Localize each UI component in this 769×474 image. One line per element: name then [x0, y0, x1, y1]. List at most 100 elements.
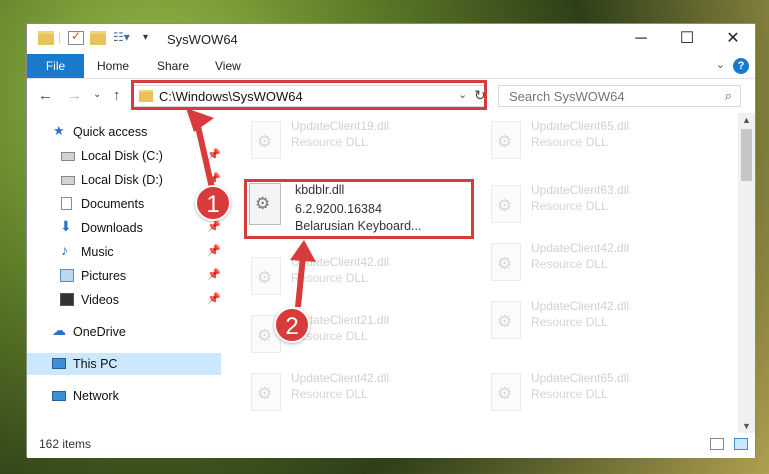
file-name: UpdateClient65.dll: [531, 119, 630, 133]
up-arrow-icon[interactable]: ↑: [113, 87, 121, 104]
expand-ribbon-icon[interactable]: ⌄: [716, 58, 725, 71]
tab-view[interactable]: View: [215, 54, 241, 78]
sidebar-item-music[interactable]: ♪ Music 📌: [27, 241, 221, 263]
sidebar-item-label: OneDrive: [73, 325, 126, 339]
downloads-icon: ⬇: [60, 218, 72, 234]
sidebar-item-downloads[interactable]: ⬇ Downloads 📌: [27, 217, 221, 239]
file-name: UpdateClient65.dll: [531, 371, 630, 385]
window-title: SysWOW64: [167, 32, 238, 47]
sidebar-item-videos[interactable]: Videos 📌: [27, 289, 221, 311]
file-item[interactable]: UpdateClient42.dll Resource DLL: [485, 235, 710, 289]
sidebar-item-label: Pictures: [81, 269, 127, 283]
title-bar: | ☷▾ ▾ SysWOW64 ─ ☐ ✕: [27, 24, 755, 54]
drive-icon: [61, 176, 75, 185]
pin-icon[interactable]: 📌: [207, 244, 221, 257]
pictures-icon: [60, 269, 74, 282]
pin-icon[interactable]: 📌: [207, 220, 221, 233]
help-button[interactable]: ?: [733, 58, 749, 74]
file-type: Resource DLL: [531, 387, 608, 401]
dll-file-icon: [251, 257, 281, 295]
music-icon: ♪: [61, 242, 68, 258]
tab-home[interactable]: Home: [97, 54, 129, 78]
file-type: Resource DLL: [291, 135, 368, 149]
sidebar-item-label: Local Disk (D:): [81, 173, 163, 187]
file-type: Resource DLL: [531, 315, 608, 329]
search-input[interactable]: [507, 88, 711, 105]
tab-share[interactable]: Share: [157, 54, 189, 78]
sidebar-item-documents[interactable]: Documents 📌: [27, 193, 221, 215]
sidebar-item-local-disk-c[interactable]: Local Disk (C:) 📌: [27, 145, 221, 167]
status-bar: 162 items: [27, 433, 755, 458]
callout-2: 2: [274, 307, 310, 343]
tab-file[interactable]: File: [27, 54, 84, 78]
file-item[interactable]: UpdateClient42.dll Resource DLL: [485, 293, 710, 347]
scroll-up-icon[interactable]: ▲: [742, 115, 751, 125]
search-icon[interactable]: ⌕: [725, 88, 732, 104]
chevron-down-icon[interactable]: ▾: [143, 32, 148, 43]
dll-file-icon: [251, 121, 281, 159]
file-highlight: [244, 179, 474, 239]
folder-icon[interactable]: [38, 31, 54, 45]
file-type: Resource DLL: [291, 271, 368, 285]
sidebar-item-quick-access[interactable]: ★ Quick access: [27, 121, 221, 143]
file-item[interactable]: UpdateClient65.dll Resource DLL: [485, 113, 710, 167]
file-type: Resource DLL: [291, 387, 368, 401]
star-icon: ★: [53, 123, 65, 138]
dll-file-icon: [251, 373, 281, 411]
details-view-icon[interactable]: [710, 438, 724, 450]
recent-locations-icon[interactable]: ⌄: [93, 89, 101, 100]
file-item[interactable]: UpdateClient65.dll Resource DLL: [485, 365, 710, 419]
dll-file-icon: [491, 243, 521, 281]
large-icons-view-icon[interactable]: [734, 438, 748, 450]
back-arrow-icon[interactable]: ←: [38, 87, 53, 104]
file-name: UpdateClient19.dll: [291, 119, 390, 133]
sidebar-item-label: Videos: [81, 293, 119, 307]
properties-icon[interactable]: [68, 29, 84, 45]
close-button[interactable]: ✕: [710, 24, 756, 54]
file-item[interactable]: UpdateClient63.dll Resource DLL: [485, 177, 710, 231]
sidebar-item-label: Documents: [81, 197, 145, 211]
sidebar-item-onedrive[interactable]: ☁ OneDrive: [27, 321, 221, 343]
sidebar-item-network[interactable]: Network: [27, 385, 221, 407]
search-box[interactable]: ⌕: [498, 85, 741, 107]
sidebar-item-pictures[interactable]: Pictures 📌: [27, 265, 221, 287]
sidebar-item-local-disk-d[interactable]: Local Disk (D:) 📌: [27, 169, 221, 191]
forward-arrow-icon[interactable]: →: [67, 87, 82, 104]
sidebar-item-label: Local Disk (C:): [81, 149, 163, 163]
sidebar-item-label: Music: [81, 245, 114, 259]
item-count: 162 items: [39, 437, 92, 451]
vertical-scrollbar[interactable]: ▲ ▼: [738, 113, 755, 433]
file-item[interactable]: UpdateClient42.dll Resource DLL: [245, 249, 470, 303]
new-folder-icon[interactable]: [90, 31, 106, 45]
ribbon-tabs: File Home Share View ⌄ ?: [27, 54, 755, 79]
file-name: UpdateClient42.dll: [291, 255, 390, 269]
pin-icon[interactable]: 📌: [207, 268, 221, 281]
sidebar-item-label: Quick access: [73, 125, 148, 139]
computer-icon: [52, 358, 66, 369]
minimize-button[interactable]: ─: [618, 24, 664, 54]
scrollbar-thumb[interactable]: [741, 129, 752, 181]
pin-icon[interactable]: 📌: [207, 148, 221, 161]
file-name: UpdateClient42.dll: [531, 299, 630, 313]
file-name: UpdateClient42.dll: [531, 241, 630, 255]
sidebar-item-this-pc[interactable]: This PC: [27, 353, 221, 375]
navigation-pane: ★ Quick access Local Disk (C:) 📌 Local D…: [27, 113, 221, 433]
sidebar-item-label: This PC: [73, 357, 118, 371]
scroll-down-icon[interactable]: ▼: [742, 421, 751, 431]
sidebar-item-label: Downloads: [81, 221, 143, 235]
dll-file-icon: [491, 121, 521, 159]
network-icon: [52, 391, 66, 401]
maximize-button[interactable]: ☐: [664, 24, 710, 54]
pin-icon[interactable]: 📌: [207, 172, 221, 185]
separator: |: [58, 30, 62, 44]
file-name: UpdateClient63.dll: [531, 183, 630, 197]
cloud-icon: ☁: [52, 322, 66, 338]
file-item[interactable]: UpdateClient19.dll Resource DLL: [245, 113, 470, 167]
customize-quick-access-icon[interactable]: ☷▾: [113, 30, 130, 44]
pin-icon[interactable]: 📌: [207, 292, 221, 305]
sidebar-item-label: Network: [73, 389, 119, 403]
videos-icon: [60, 293, 74, 306]
file-item[interactable]: UpdateClient42.dll Resource DLL: [245, 365, 470, 419]
callout-1: 1: [195, 185, 231, 221]
address-bar-highlight: [131, 80, 487, 110]
